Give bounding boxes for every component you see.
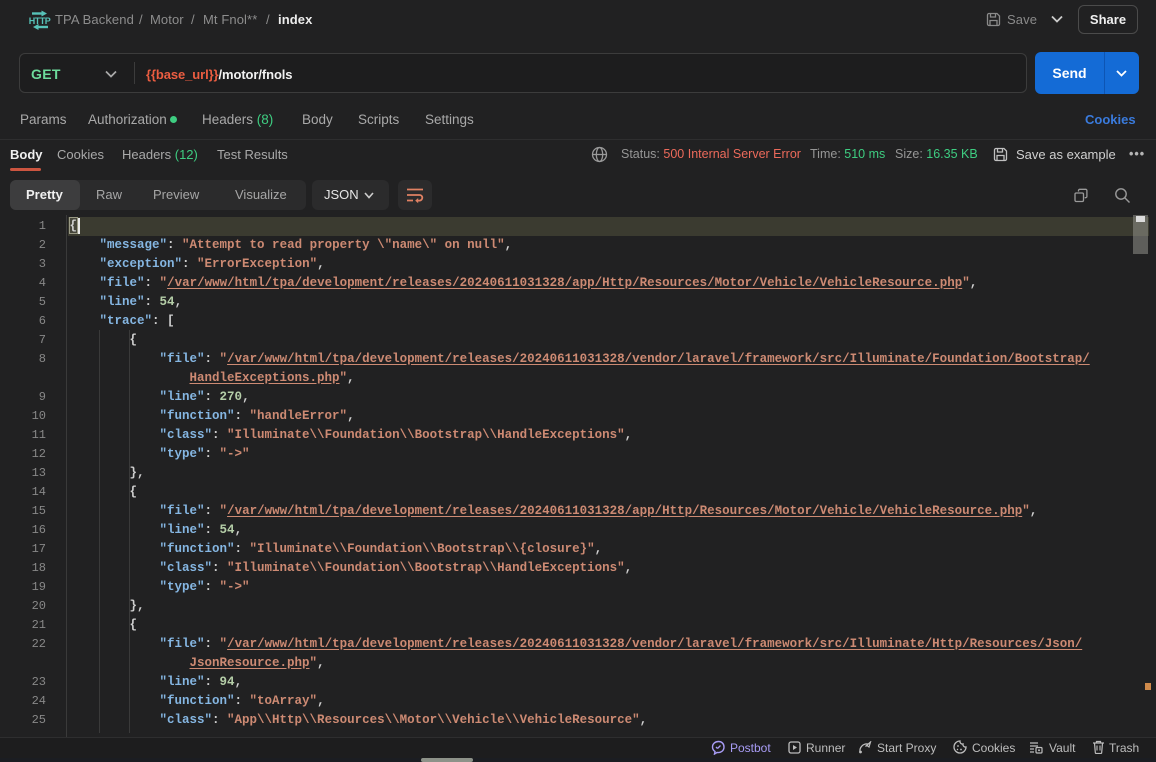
svg-text:HTTP: HTTP [29, 16, 51, 26]
